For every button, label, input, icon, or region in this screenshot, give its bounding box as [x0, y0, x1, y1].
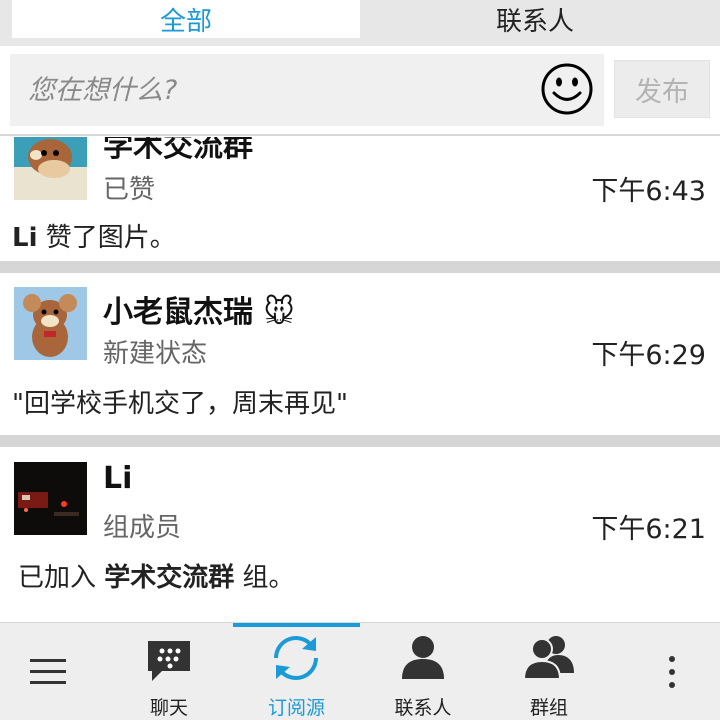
feed-body: Li 赞了图片。 [12, 217, 176, 254]
avatar [14, 137, 87, 200]
separator [0, 435, 720, 447]
feed-body-user[interactable]: Li [12, 223, 37, 253]
feed-action: 新建状态 [103, 339, 208, 369]
tab-contacts[interactable]: 联系人 [360, 0, 710, 38]
filter-tabs: 全部 联系人 [0, 0, 720, 46]
separator [0, 261, 720, 273]
feed-author[interactable]: 小老鼠杰瑞 🐭 [103, 287, 295, 331]
feed-action: 组成员 [103, 513, 182, 543]
feed-list: 学术交流群 已赞 下午6:43 Li 赞了图片。 小老鼠杰瑞 🐭 新建状态 下午… [0, 137, 720, 622]
feed-item[interactable]: 小老鼠杰瑞 🐭 新建状态 下午6:29 "回学校手机交了，周末再见" [0, 273, 720, 435]
feed-body-prefix: 已加入 [18, 563, 105, 593]
avatar [14, 462, 87, 535]
nav-contacts[interactable]: 联系人 [360, 623, 486, 720]
smiley-icon[interactable] [540, 62, 594, 116]
feed-body-group[interactable]: 学术交流群 [104, 563, 234, 593]
status-composer: 发布 [0, 46, 720, 136]
nav-feeds[interactable]: 订阅源 [233, 623, 360, 720]
overflow-icon [669, 656, 675, 688]
contact-icon [402, 636, 444, 679]
feed-author[interactable]: Li [103, 461, 132, 496]
feed-time: 下午6:29 [591, 340, 706, 371]
nav-contacts-label: 联系人 [394, 697, 452, 719]
publish-button[interactable]: 发布 [614, 60, 710, 118]
overflow-button[interactable] [630, 623, 720, 720]
groups-icon [522, 636, 574, 680]
feed-item[interactable]: 学术交流群 已赞 下午6:43 Li 赞了图片。 [0, 137, 720, 257]
feeds-sync-icon [274, 636, 318, 680]
mouse-emoji-icon: 🐭 [263, 295, 295, 330]
feed-time: 下午6:21 [591, 514, 706, 545]
status-input[interactable] [10, 54, 604, 126]
feed-action: 已赞 [103, 175, 156, 205]
feed-author[interactable]: 学术交流群 [103, 137, 253, 165]
nav-chat-label: 聊天 [149, 697, 188, 719]
nav-groups[interactable]: 群组 [486, 623, 612, 720]
nav-groups-label: 群组 [529, 697, 568, 719]
tab-all[interactable]: 全部 [12, 0, 360, 38]
menu-icon [30, 659, 66, 684]
chat-icon [148, 641, 190, 681]
feed-body-suffix: 组。 [234, 563, 295, 593]
nav-feeds-label: 订阅源 [267, 697, 325, 719]
menu-button[interactable] [0, 623, 100, 720]
nav-chat[interactable]: 聊天 [106, 623, 232, 720]
avatar [14, 287, 87, 360]
feed-author-name[interactable]: 小老鼠杰瑞 [103, 295, 253, 330]
feed-item[interactable]: Li 组成员 下午6:21 已加入 学术交流群 组。 [0, 447, 720, 622]
feed-body-text: 赞了图片。 [37, 223, 176, 253]
feed-time: 下午6:43 [591, 176, 706, 207]
bottom-nav: 聊天 订阅源 联系人 群组 [0, 622, 720, 720]
feed-body: "回学校手机交了，周末再见" [12, 389, 348, 419]
feed-body: 已加入 学术交流群 组。 [18, 557, 295, 594]
